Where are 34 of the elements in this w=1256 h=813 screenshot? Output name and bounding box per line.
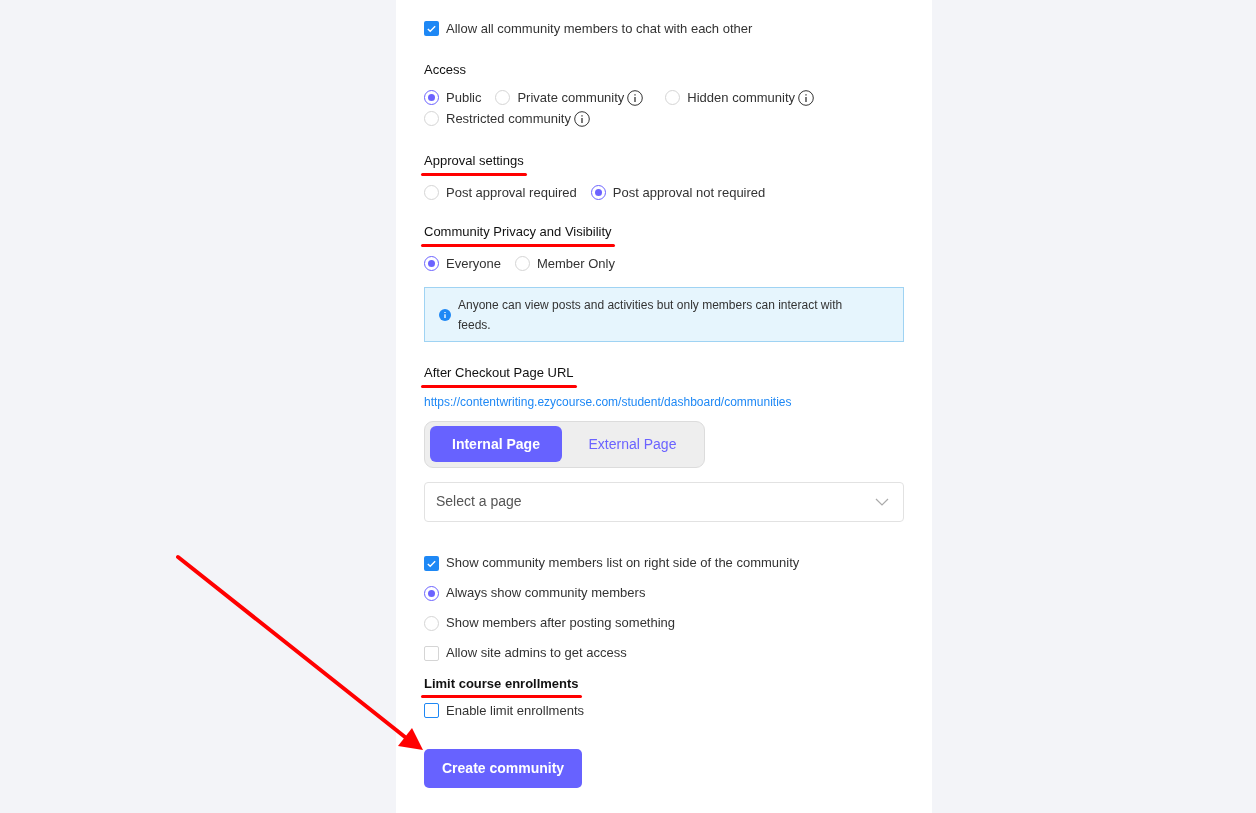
check-icon [426, 23, 437, 35]
checkbox[interactable] [424, 555, 439, 571]
info-icon [574, 110, 590, 127]
option-label: Allow site admins to get access [446, 644, 627, 663]
section-heading: After Checkout Page URL [424, 364, 574, 382]
option-label: Post approval required [446, 183, 577, 202]
info-icon [627, 89, 644, 106]
option-label: Enable limit enrollments [446, 702, 584, 720]
create-community-button[interactable]: Create community [424, 748, 583, 788]
notice-text: Anyone can view posts and activities but only members can interact with feeds. [458, 296, 844, 334]
option-label: Show community members list on right side of the community [446, 554, 800, 573]
section-heading: Limit course enrollments [424, 674, 579, 693]
chevron-down-icon [875, 497, 889, 506]
page-type-tab[interactable]: Internal Page [430, 426, 562, 462]
option-label: Restricted community [446, 109, 571, 128]
checkbox[interactable] [424, 703, 439, 719]
option-label: Public [446, 88, 482, 107]
option-label: Hidden community [687, 88, 795, 107]
option-label: Everyone [446, 254, 501, 273]
option-label: Private community [517, 88, 625, 107]
url-link[interactable]: https://contentwriting.ezycourse.com/student/dashboard/communities [424, 392, 904, 411]
option-label: Always show community members [446, 584, 646, 603]
info-icon [798, 89, 814, 106]
option-label: Post approval not required [612, 183, 766, 202]
section-heading: Access [424, 60, 467, 79]
checkbox[interactable] [424, 21, 439, 37]
page-type-tab[interactable]: External Page [565, 426, 699, 462]
page-select[interactable]: Select a page [424, 481, 904, 522]
option-label: Member Only [536, 254, 615, 273]
section-heading: Community Privacy and Visibility [424, 223, 612, 241]
option-label: Show members after posting something [446, 614, 676, 633]
option-label: Allow all community members to chat with each other [446, 20, 753, 38]
section-heading: Approval settings [424, 152, 524, 170]
info-icon [439, 308, 451, 321]
